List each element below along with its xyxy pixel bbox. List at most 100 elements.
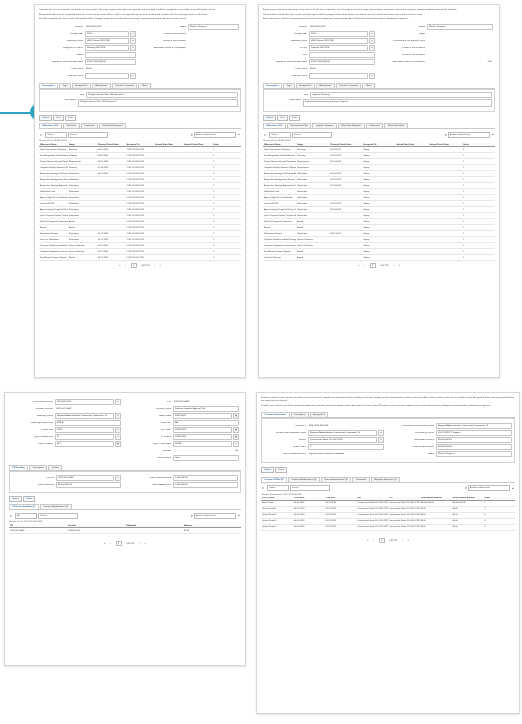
chevron-down-icon[interactable]: ⌄ <box>237 132 241 137</box>
option-years-input[interactable]: 0 <box>308 443 384 450</box>
award-date-input[interactable]: 03/31/2023 <box>173 413 232 419</box>
tab-notes[interactable]: Notes <box>138 83 152 88</box>
calendar-icon[interactable]: ▦ <box>233 434 239 440</box>
tab-attachments[interactable]: Attachments <box>91 83 111 88</box>
chevron-down-icon[interactable]: ⌄ <box>511 485 515 491</box>
table-cell-link[interactable]: Construction North DCI HVCCPR <box>388 524 420 531</box>
total-available-input[interactable]: 0,000,000.00 <box>173 482 238 488</box>
list-icon[interactable]: ≡ <box>9 514 13 518</box>
page-number-input[interactable]: 1 <box>115 541 122 546</box>
table-row[interactable]: Final Award Contract Signed Award 08-17-20… <box>39 254 241 261</box>
lookup-icon[interactable]: ▾ <box>130 31 136 37</box>
description-textarea[interactable]: Pratige Lubrent Office Title Research * <box>78 99 238 107</box>
first-page-button[interactable]: « <box>367 539 368 542</box>
last-page-button[interactable]: » <box>399 264 400 267</box>
tab-comments[interactable]: Comments <box>365 123 384 128</box>
table-row[interactable]: Option Period 4 04-01-2026 03-31-2027 Const… <box>261 524 515 531</box>
page-number-input[interactable]: 1 <box>378 537 385 543</box>
lookup-icon[interactable]: ▾ <box>378 436 384 443</box>
prev-page-button[interactable]: ‹ <box>110 542 111 545</box>
total-funded-input[interactable]: 0,000,000.00 <box>173 475 238 481</box>
order-number-input[interactable]: AA <box>173 420 239 426</box>
table-cell-link[interactable]: Option Period 4 <box>261 524 293 531</box>
budget-year-select[interactable]: 2023 <box>309 31 368 37</box>
prev-page-button[interactable]: ‹ <box>125 264 126 267</box>
lookup-icon[interactable]: ▾ <box>115 427 121 433</box>
tab-procurement-actions[interactable]: Procurement Actions (4) <box>320 476 352 482</box>
contract-value-input[interactable]: $0.00 0,000,000.00 <box>309 59 375 65</box>
update-button[interactable]: Update <box>263 115 277 121</box>
tab-milestones[interactable]: Milestones (18) <box>39 123 62 128</box>
cor-consent-select[interactable]: None <box>173 455 239 461</box>
first-page-button[interactable]: « <box>104 542 105 545</box>
tasks-button[interactable]: Tasks <box>288 115 301 121</box>
funding-office-select[interactable]: Defense Logistics Agency DLA <box>173 406 239 412</box>
update-button[interactable]: Update <box>261 466 275 473</box>
tab-contract-modifications[interactable]: Contract Modifications (0) <box>39 504 72 509</box>
table-row[interactable]: 2023-0012-ASP 0,000,000.00 $0.00 <box>9 527 241 534</box>
tab-work-flow-notes[interactable]: Work Flow Notes <box>384 123 408 128</box>
planning-office-input[interactable] <box>85 73 129 79</box>
lookup-icon[interactable]: ▾ <box>130 73 136 79</box>
next-page-button[interactable]: › <box>154 264 155 267</box>
actions-select[interactable]: Actions selected row <box>447 131 490 138</box>
tab-assigned-to[interactable]: Assigned To <box>309 411 329 417</box>
budget-year-select[interactable]: 2023 <box>85 31 129 37</box>
first-page-button[interactable]: « <box>119 264 120 267</box>
award-input[interactable] <box>85 52 136 58</box>
table-row[interactable]: Contract Closeout Award Stamp 1 <box>263 254 495 261</box>
lookup-icon[interactable]: ▾ <box>369 45 375 51</box>
contracting-office-select[interactable]: Regional Administration Contracting Comm… <box>436 422 512 429</box>
lookup-icon[interactable]: ▾ <box>115 399 121 405</box>
tab-work-flow-requests[interactable]: Work Flow Requests <box>337 123 365 128</box>
office-code-input[interactable]: W91 A <box>55 420 121 426</box>
delete-button[interactable]: Delete <box>275 466 288 473</box>
chevron-down-icon[interactable]: ⌄ <box>491 132 495 137</box>
awarding-office-select[interactable]: Regional Administration Contracting Comm… <box>55 413 114 419</box>
admin-office-select[interactable]: Regional Administration Contracting Comm… <box>308 429 377 436</box>
tab-description[interactable]: Description <box>263 83 283 88</box>
lookup-icon[interactable]: ▾ <box>115 434 121 440</box>
fiscal-year-select[interactable]: 2023 <box>55 427 114 433</box>
lookup-icon[interactable]: ▾ <box>115 413 121 419</box>
contracting-officer-select[interactable]: HVCCDPR PT Support <box>436 429 512 436</box>
tab-vendor[interactable]: Vendor <box>48 465 63 470</box>
next-page-button[interactable]: › <box>402 539 403 542</box>
last-page-button[interactable]: » <box>408 539 409 542</box>
tab-contract-pors[interactable]: Contract PORs (5) <box>261 476 287 482</box>
award-type-select[interactable]: B <box>55 434 114 440</box>
tab-description[interactable]: Description <box>39 83 59 88</box>
table-cell-link[interactable]: 2023-0012-ASP <box>9 527 67 534</box>
tab-previous-comment[interactable]: Previous Comment <box>111 83 138 88</box>
tab-logistics-request[interactable]: Logistics Request <box>312 123 337 128</box>
title-input[interactable]: Logistics Planning <box>310 92 492 98</box>
actions-select[interactable]: Actions selected row <box>467 485 510 491</box>
calendar-icon[interactable]: ▦ <box>233 413 239 419</box>
chevron-down-icon[interactable]: ⌄ <box>237 513 241 518</box>
tab-comments[interactable]: Comments <box>80 123 99 128</box>
tab-type[interactable]: Type <box>283 83 295 88</box>
prev-page-button[interactable]: ‹ <box>364 264 365 267</box>
update-button[interactable]: Update <box>39 115 53 121</box>
list-icon[interactable]: ≡ <box>263 133 267 137</box>
pop-start-input[interactable]: 04/01/2023 <box>173 427 232 433</box>
awarding-office-select[interactable]: HSD (Owner HVCCPR) <box>309 38 368 44</box>
contract-value-input[interactable]: $0.00 0,000,000.00 <box>85 59 136 65</box>
table-cell-link[interactable]: CON-TR HVCCPR <box>125 254 155 261</box>
lookup-icon[interactable]: ▾ <box>369 31 375 37</box>
search-input[interactable]: Search <box>292 131 332 138</box>
actions-select[interactable]: Actions selected row <box>193 131 236 138</box>
tab-attachments[interactable]: Attachments <box>315 83 335 88</box>
title-input[interactable]: Pratige Lubrent Office Title Research * <box>86 92 238 98</box>
procurement-action-input[interactable]: PR-2022-0012 <box>55 399 114 405</box>
awarding-office-select[interactable]: HSD (Owner HVCCPR) <box>85 38 129 44</box>
status-select[interactable]: Work In Progress <box>427 24 493 30</box>
tab-procurement-plan[interactable]: Procurement Plan <box>286 123 312 128</box>
set-aside-select[interactable]: NONE <box>173 441 232 447</box>
print-button[interactable]: Print <box>53 115 64 121</box>
next-page-button[interactable]: › <box>139 542 140 545</box>
total-funded-input[interactable]: $0,000,000.00 <box>436 443 512 450</box>
print-button[interactable]: Print <box>277 115 288 121</box>
tab-milestones[interactable]: Milestones (18) <box>263 123 286 128</box>
lookup-icon[interactable]: ▾ <box>369 38 375 44</box>
